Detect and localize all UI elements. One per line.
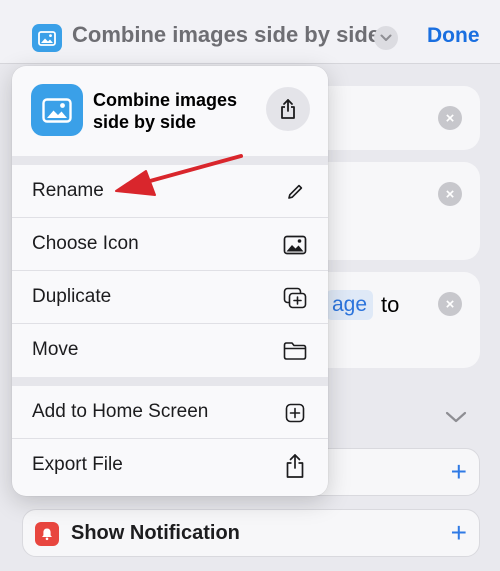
- annotation-arrow: [115, 154, 243, 196]
